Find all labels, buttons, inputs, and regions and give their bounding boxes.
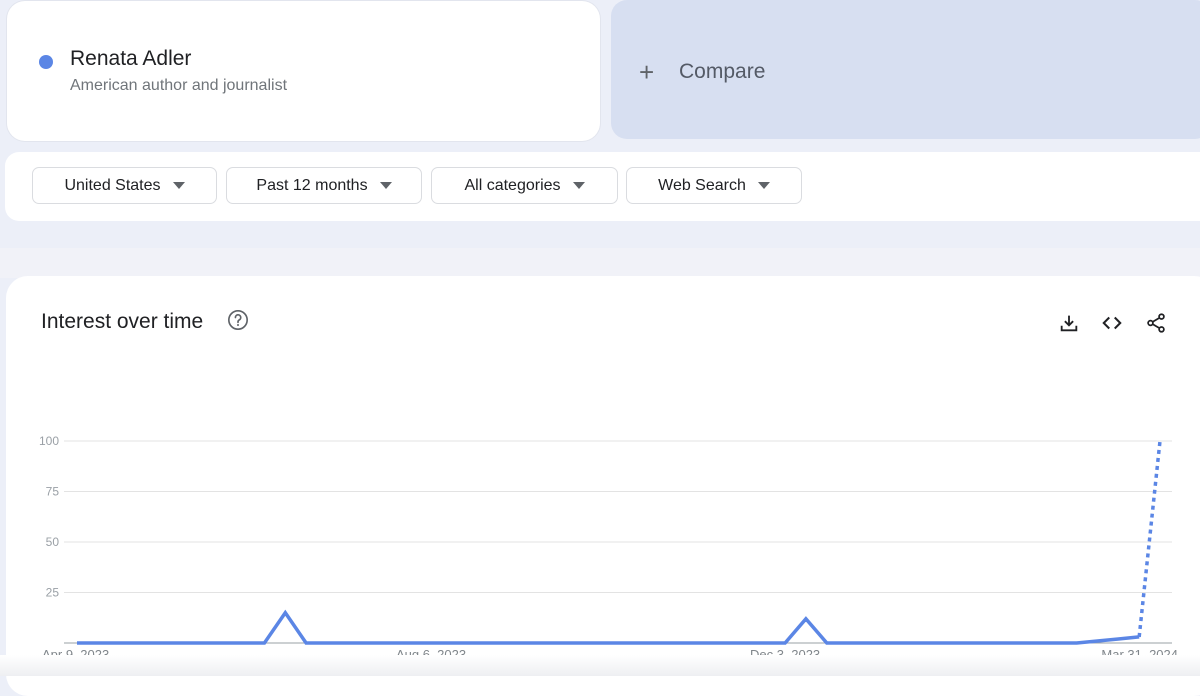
filter-search-type-dropdown[interactable]: Web Search [626,167,802,204]
compare-button[interactable]: + Compare [611,0,1200,139]
filter-time-range-dropdown[interactable]: Past 12 months [226,167,422,204]
filter-label: All categories [464,176,561,194]
search-term-description: American author and journalist [70,77,288,94]
search-term-card[interactable]: Renata Adler American author and journal… [7,1,600,141]
caret-down-icon [572,182,585,189]
caret-down-icon [172,182,185,189]
plus-icon: + [639,57,655,87]
filter-label: Web Search [658,176,746,194]
caret-down-icon [757,182,770,189]
download-icon[interactable] [1058,312,1080,334]
embed-code-icon[interactable] [1101,312,1123,334]
compare-label: Compare [679,60,766,83]
share-icon[interactable] [1145,312,1167,334]
interest-over-time-panel: Interest over time [6,276,1200,696]
filter-region-dropdown[interactable]: United States [32,167,217,204]
filters-bar: United States Past 12 months All categor… [5,152,1200,221]
help-circle-icon[interactable] [227,309,249,331]
search-term-name: Renata Adler [70,47,192,70]
section-divider [0,248,1200,278]
filter-label: United States [64,176,161,194]
panel-title: Interest over time [41,310,204,333]
filter-label: Past 12 months [256,176,368,194]
panel-bottom-edge [0,655,1200,676]
caret-down-icon [379,182,392,189]
filter-category-dropdown[interactable]: All categories [431,167,618,204]
series-color-dot [39,55,53,69]
